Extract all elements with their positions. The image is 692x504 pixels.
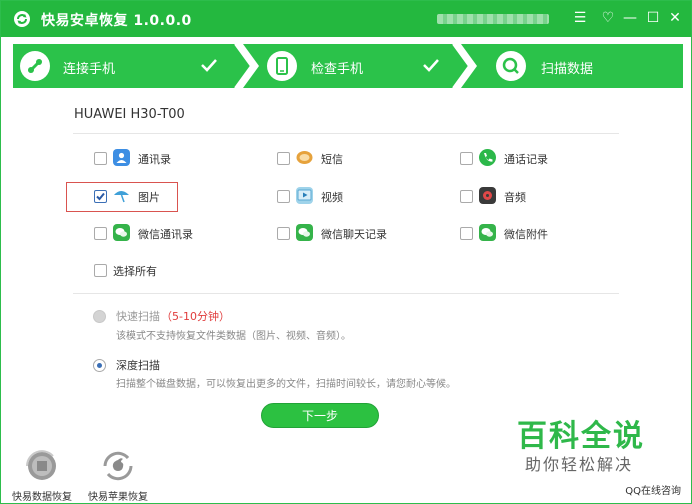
contacts-icon [113,149,130,166]
item-label: 通讯录 [138,153,171,166]
wechat-contacts-icon [113,224,130,241]
wechat-attachment-icon [479,224,496,241]
step-label: 扫描数据 [541,62,594,77]
phone-connect-icon [20,51,50,81]
divider [73,133,619,134]
data-recovery-icon [26,450,56,480]
bottom-app-label: 快易数据恢复 [12,492,72,503]
account-info[interactable] [437,14,549,24]
video-icon [296,187,313,204]
check-icon [423,59,439,72]
menu-icon[interactable]: ☰ [570,8,590,28]
qq-consult-link[interactable]: QQ在线咨询 [625,482,681,497]
checkbox[interactable] [460,227,473,240]
skin-icon[interactable]: ♡ [598,8,618,28]
item-label: 视频 [321,191,343,204]
next-button[interactable]: 下一步 [261,403,379,428]
select-all-label: 选择所有 [113,265,157,278]
checkbox[interactable] [460,190,473,203]
title-bar: 快易安卓恢复 1.0.0.0 ☰ ♡ — ☐ ✕ [1,1,691,37]
checkbox[interactable] [277,152,290,165]
app-logo-icon [14,11,30,27]
deep-scan-desc: 扫描整个磁盘数据，可以恢复出更多的文件，扫描时间较长，请您耐心等候。 [116,379,456,390]
item-label: 通话记录 [504,153,548,166]
item-label: 微信附件 [504,228,548,241]
bottom-app-label: 快易苹果恢复 [88,492,148,503]
sms-icon [296,149,313,166]
checkbox[interactable] [460,152,473,165]
checkbox[interactable] [94,152,107,165]
checkbox[interactable] [94,264,107,277]
deep-scan-title: 深度扫描 [116,359,160,372]
app-title: 快易安卓恢复 1.0.0.0 [41,13,192,29]
watermark-subtitle: 助你轻松解决 [525,455,634,474]
search-icon [496,51,526,81]
checkbox[interactable] [94,227,107,240]
step-label: 连接手机 [63,62,116,77]
maximize-button[interactable]: ☐ [643,8,663,28]
wechat-chat-icon [296,224,313,241]
divider [73,293,619,294]
quick-scan-desc: 该模式不支持恢复文件类数据（图片、视频、音频）。 [116,331,351,342]
app-window: 快易安卓恢复 1.0.0.0 ☰ ♡ — ☐ ✕ 连接手机 检查手机 扫描数据 … [0,0,692,504]
highlight-box [66,182,178,212]
watermark-title: 百科全说 [517,419,645,454]
checkbox[interactable] [277,227,290,240]
device-name: HUAWEI H30-T00 [74,107,185,122]
phone-icon [267,51,297,81]
bottom-app-apple-recovery[interactable]: 快易苹果恢复 [83,449,153,503]
close-button[interactable]: ✕ [665,8,685,28]
audio-icon [479,187,496,204]
quick-scan-duration: （5-10分钟） [161,310,230,323]
checkbox[interactable] [277,190,290,203]
item-label: 微信聊天记录 [321,228,387,241]
check-icon [201,59,217,72]
bottom-app-data-recovery[interactable]: 快易数据恢复 [7,449,77,503]
radio-disabled[interactable] [93,310,106,323]
apple-recovery-icon [103,451,133,481]
radio-selected[interactable] [93,359,106,372]
quick-scan-title: 快速扫描 [116,310,160,323]
step-label: 检查手机 [311,62,364,77]
item-label: 短信 [321,153,343,166]
wizard-steps: 连接手机 检查手机 扫描数据 [13,44,683,88]
call-log-icon [479,149,496,166]
item-label: 音频 [504,191,526,204]
minimize-button[interactable]: — [620,8,640,28]
item-label: 微信通讯录 [138,228,193,241]
